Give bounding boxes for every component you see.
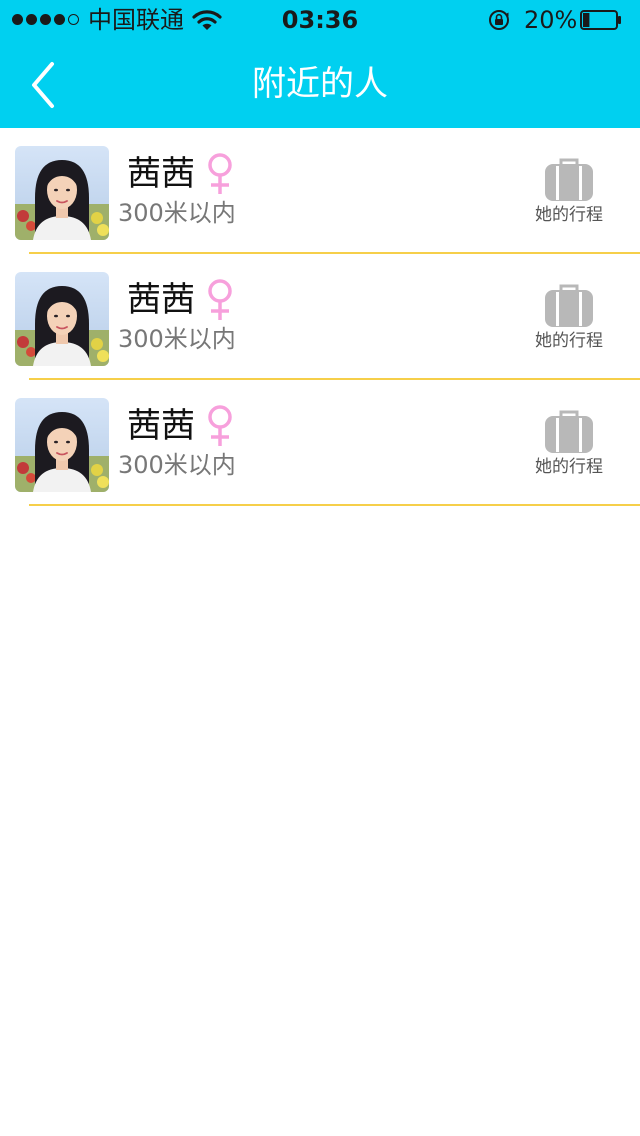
her-trip-button[interactable]: 她的行程 bbox=[525, 156, 615, 230]
user-name: 茜茜 bbox=[127, 154, 195, 194]
list-item[interactable]: 茜茜 300米以内 她的行程 bbox=[0, 128, 640, 254]
row-divider bbox=[29, 504, 640, 506]
trip-label: 她的行程 bbox=[535, 457, 603, 477]
name-row: 茜茜 bbox=[127, 150, 235, 198]
trip-label: 她的行程 bbox=[535, 331, 603, 351]
avatar[interactable] bbox=[15, 146, 109, 240]
distance-label: 300米以内 bbox=[118, 325, 236, 353]
list-item[interactable]: 茜茜 300米以内 她的行程 bbox=[0, 380, 640, 506]
suitcase-icon bbox=[545, 158, 593, 201]
user-name: 茜茜 bbox=[127, 280, 195, 320]
battery-icon bbox=[580, 10, 621, 30]
avatar[interactable] bbox=[15, 272, 109, 366]
female-icon bbox=[208, 153, 232, 194]
suitcase-icon bbox=[545, 410, 593, 453]
female-icon bbox=[208, 405, 232, 446]
rotation-lock-icon bbox=[489, 10, 509, 30]
name-row: 茜茜 bbox=[127, 276, 235, 324]
nav-bar: 附近的人 bbox=[0, 40, 640, 128]
page-title: 附近的人 bbox=[252, 64, 388, 104]
trip-label: 她的行程 bbox=[535, 205, 603, 225]
distance-label: 300米以内 bbox=[118, 451, 236, 479]
header: 中国联通 03:36 20% 附近的人 bbox=[0, 0, 640, 128]
name-row: 茜茜 bbox=[127, 402, 235, 450]
her-trip-button[interactable]: 她的行程 bbox=[525, 408, 615, 482]
distance-label: 300米以内 bbox=[118, 199, 236, 227]
her-trip-button[interactable]: 她的行程 bbox=[525, 282, 615, 356]
female-icon bbox=[208, 279, 232, 320]
suitcase-icon bbox=[545, 284, 593, 327]
user-name: 茜茜 bbox=[127, 406, 195, 446]
battery-percentage: 20% bbox=[524, 6, 578, 34]
nearby-people-list: 茜茜 300米以内 她的行程 茜茜 300米以内 她的行程 茜茜 300米以内 … bbox=[0, 128, 640, 506]
status-bar: 中国联通 03:36 20% bbox=[0, 0, 640, 40]
list-item[interactable]: 茜茜 300米以内 她的行程 bbox=[0, 254, 640, 380]
avatar[interactable] bbox=[15, 398, 109, 492]
